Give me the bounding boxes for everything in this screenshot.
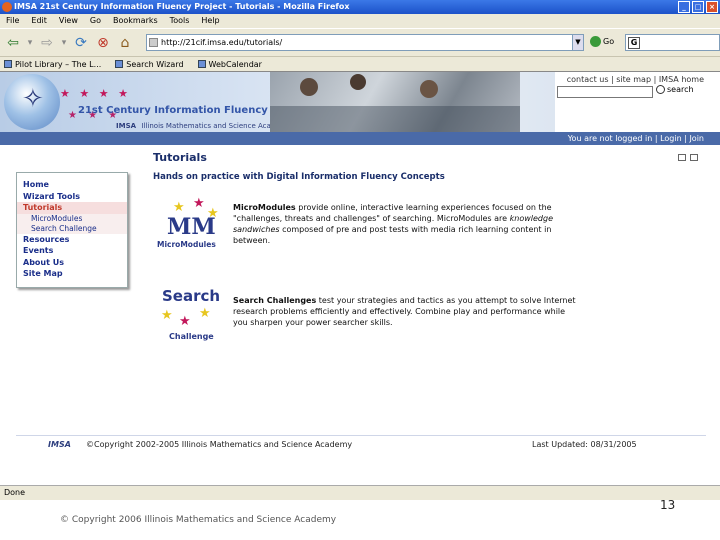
star-icon: ★	[199, 306, 211, 321]
micromodules-description: MicroModules provide online, interactive…	[233, 203, 553, 245]
login-strip: You are not logged in | Login | Join	[0, 132, 720, 145]
bookmark-webcalendar[interactable]: WebCalendar	[197, 57, 262, 71]
menu-file[interactable]: File	[6, 14, 19, 28]
site-search-input[interactable]	[557, 86, 653, 98]
url-text: http://21cif.imsa.edu/tutorials/	[161, 38, 283, 47]
bookmark-pilot-library[interactable]: Pilot Library – The L...	[4, 57, 101, 71]
menu-view[interactable]: View	[59, 14, 78, 28]
sidebar-item-resources[interactable]: Resources	[17, 234, 127, 246]
bookmarks-toolbar: Pilot Library – The L... Search Wizard W…	[0, 56, 720, 71]
sidebar-nav: Home Wizard Tools Tutorials MicroModules…	[16, 172, 128, 288]
search-challenge-logo[interactable]: Search ★ ★ ★ Challenge	[157, 286, 229, 344]
menu-bar: File Edit View Go Bookmarks Tools Help	[0, 14, 720, 28]
navigation-toolbar: ⇦ ▾ ⇨ ▾ ⟳ ⊗ ⌂ http://21cif.imsa.edu/tuto…	[0, 28, 720, 56]
menu-edit[interactable]: Edit	[31, 14, 47, 28]
students-photo	[270, 72, 520, 132]
star-icon: ★	[173, 200, 185, 215]
footer-last-updated: Last Updated: 08/31/2005	[532, 440, 637, 449]
top-links[interactable]: contact us | site map | IMSA home	[567, 75, 704, 84]
window-title: IMSA 21st Century Information Fluency Pr…	[14, 2, 350, 11]
site-search-button[interactable]: search	[656, 85, 694, 94]
imsa-logo: IMSA Illinois Mathematics and Science Ac…	[116, 122, 291, 130]
sidebar-item-home[interactable]: Home	[17, 179, 127, 191]
close-button[interactable]: ×	[706, 1, 718, 13]
sidebar-item-wizard-tools[interactable]: Wizard Tools	[17, 191, 127, 203]
forward-dropdown-icon[interactable]: ▾	[60, 34, 68, 52]
forward-arrow-icon[interactable]: ⇨	[38, 34, 56, 52]
menu-help[interactable]: Help	[201, 14, 219, 28]
bookmark-icon	[115, 60, 124, 68]
google-icon: G	[628, 37, 640, 49]
wizard-globe-logo: ✧	[4, 74, 60, 130]
search-challenge-link[interactable]: Search Challenges	[233, 296, 316, 305]
address-dropdown-icon[interactable]: ▼	[572, 35, 583, 50]
micromodules-link[interactable]: MicroModules	[233, 203, 296, 212]
status-bar: Done	[0, 485, 720, 500]
go-button[interactable]: Go	[590, 36, 614, 47]
site-banner: ✧ ★ ★ ★ ★ ★ ★ ★ 21st Century Information…	[0, 72, 555, 132]
page-title: Tutorials	[153, 151, 207, 164]
sidebar-subitem-search-challenge[interactable]: Search Challenge	[17, 223, 127, 234]
back-dropdown-icon[interactable]: ▾	[26, 34, 34, 52]
maximize-button[interactable]: □	[692, 1, 704, 13]
page-tools	[678, 154, 698, 161]
calendar-icon	[197, 60, 206, 68]
window-controls: _ □ ×	[678, 1, 718, 13]
address-bar[interactable]: http://21cif.imsa.edu/tutorials/	[146, 34, 584, 51]
star-icon: ★	[193, 196, 205, 211]
browser-window: IMSA 21st Century Information Fluency Pr…	[0, 0, 720, 500]
sidebar-item-about-us[interactable]: About Us	[17, 257, 127, 269]
star-icon: ★	[161, 308, 173, 323]
footer-imsa-logo: IMSA	[48, 440, 71, 449]
home-icon[interactable]: ⌂	[116, 34, 134, 52]
status-text: Done	[4, 488, 26, 497]
back-arrow-icon[interactable]: ⇦	[4, 34, 22, 52]
magnifier-icon	[656, 85, 665, 94]
login-links[interactable]: You are not logged in | Login | Join	[568, 132, 704, 145]
footer-divider	[16, 435, 706, 436]
wizard-icon: ✧	[22, 84, 44, 114]
star-icon: ★	[179, 314, 191, 329]
slide-number: 13	[660, 498, 676, 512]
sidebar-subitem-micromodules[interactable]: MicroModules	[17, 213, 127, 224]
slide-copyright: © Copyright 2006 Illinois Mathematics an…	[60, 515, 337, 525]
title-bar: IMSA 21st Century Information Fluency Pr…	[0, 0, 720, 14]
stop-icon[interactable]: ⊗	[94, 34, 112, 52]
decorative-stars-icon: ★ ★ ★ ★	[60, 87, 131, 100]
page-viewport[interactable]: ✧ ★ ★ ★ ★ ★ ★ ★ 21st Century Information…	[0, 71, 720, 485]
email-icon[interactable]	[678, 154, 686, 161]
page-favicon-icon	[149, 38, 158, 47]
footer-copyright: ©Copyright 2002-2005 Illinois Mathematic…	[86, 440, 353, 449]
bookmark-search-wizard[interactable]: Search Wizard	[115, 57, 184, 71]
page-subtitle: Hands on practice with Digital Informati…	[153, 172, 445, 182]
micromodules-logo[interactable]: ★ ★ ★ MM MicroModules	[157, 196, 225, 252]
bookmark-icon	[4, 60, 12, 68]
google-search-box[interactable]: G	[625, 34, 720, 51]
print-icon[interactable]	[690, 154, 698, 161]
firefox-icon	[2, 2, 12, 12]
reload-icon[interactable]: ⟳	[72, 34, 90, 52]
menu-bookmarks[interactable]: Bookmarks	[113, 14, 158, 28]
minimize-button[interactable]: _	[678, 1, 690, 13]
go-arrow-icon	[590, 36, 601, 47]
go-label: Go	[603, 37, 615, 46]
sidebar-item-events[interactable]: Events	[17, 245, 127, 257]
sidebar-item-site-map[interactable]: Site Map	[17, 268, 127, 280]
menu-tools[interactable]: Tools	[170, 14, 190, 28]
sidebar-item-tutorials[interactable]: Tutorials	[17, 202, 127, 214]
search-challenge-description: Search Challenges test your strategies a…	[233, 296, 576, 327]
menu-go[interactable]: Go	[90, 14, 101, 28]
